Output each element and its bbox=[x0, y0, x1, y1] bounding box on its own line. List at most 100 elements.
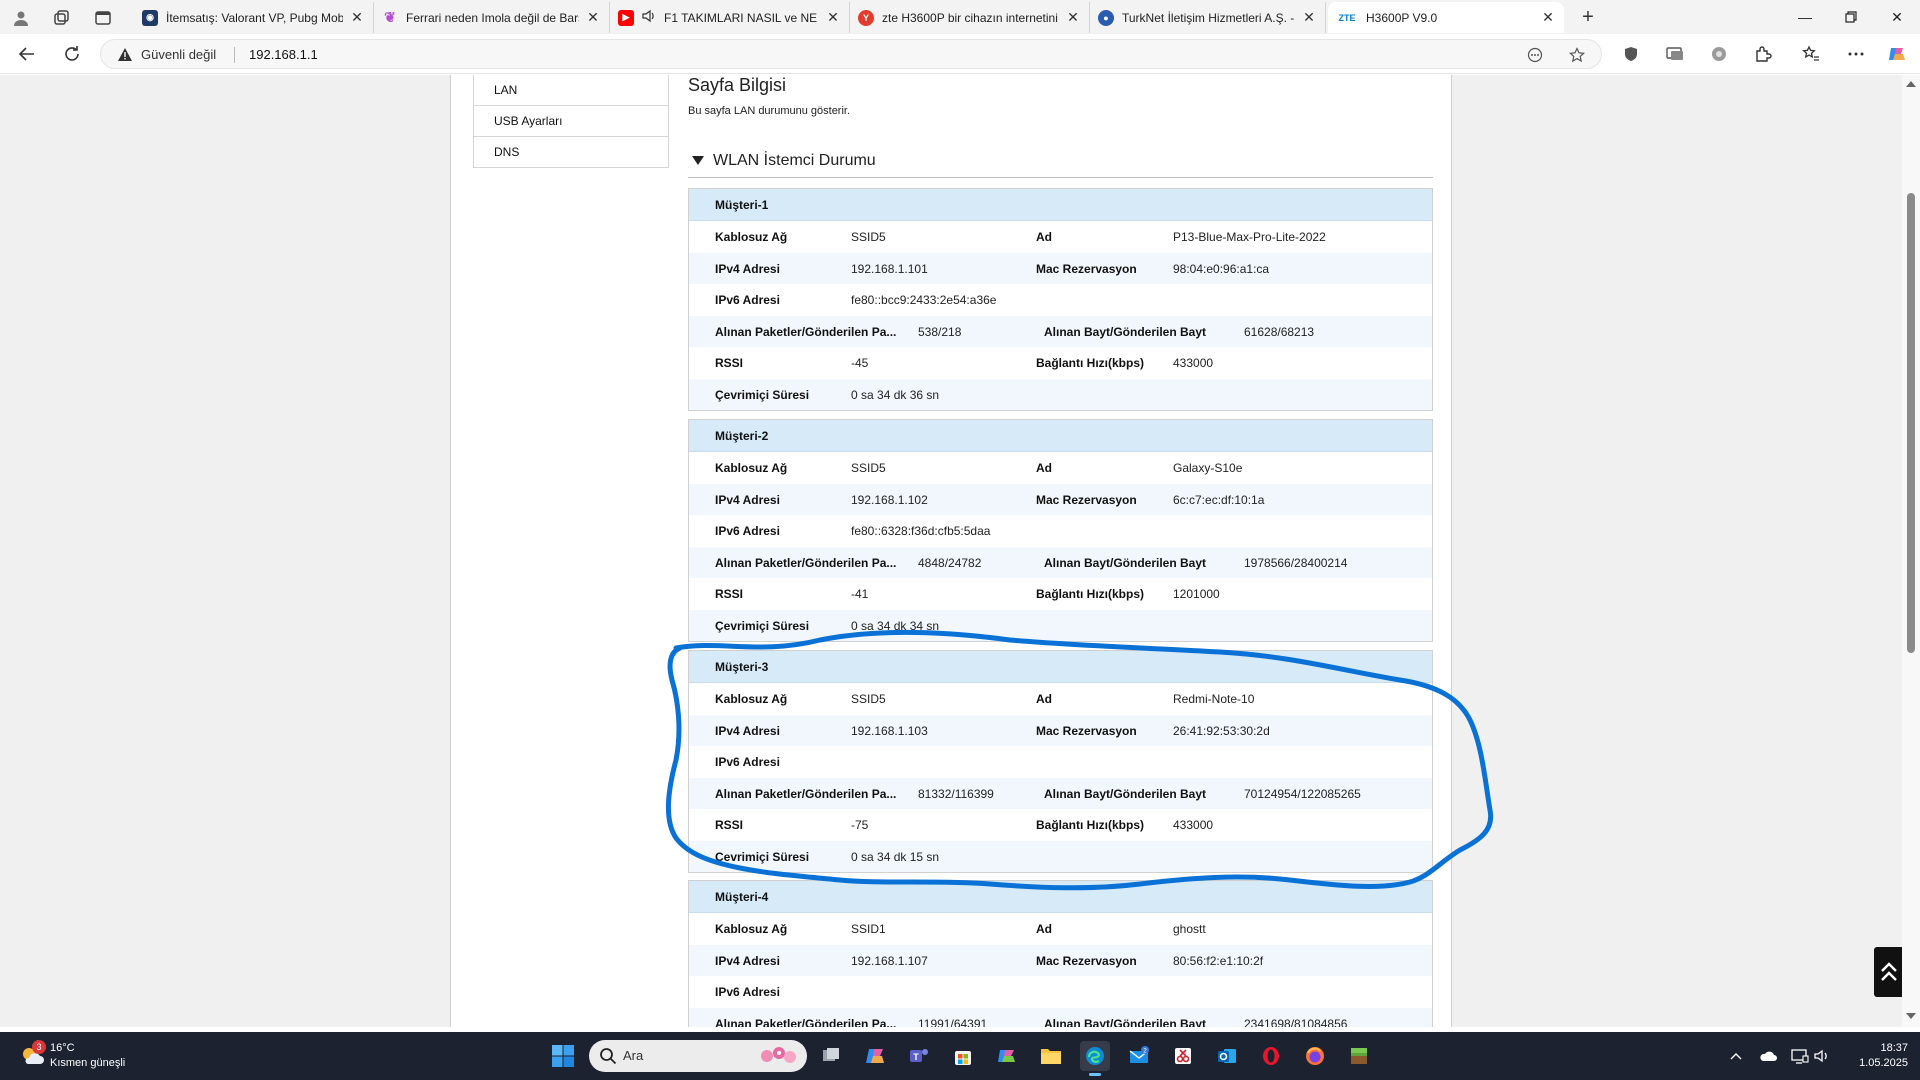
client-row: Alınan Paketler/Gönderilen Pa... 11991/64… bbox=[689, 1007, 1432, 1028]
page-scrollbar[interactable] bbox=[1902, 75, 1920, 1027]
close-tab-icon[interactable]: ✕ bbox=[1301, 9, 1317, 26]
client-name: P13-Blue-Max-Pro-Lite-2022 bbox=[1173, 230, 1326, 244]
weather-widget[interactable]: 3 16°C Kısmen güneşli bbox=[18, 1040, 168, 1074]
client-row: Çevrimiçi Süresi 0 sa 34 dk 15 sn bbox=[689, 840, 1432, 872]
client-speed: 1201000 bbox=[1173, 587, 1220, 601]
start-button[interactable] bbox=[551, 1044, 575, 1068]
client-title: Müşteri-3 bbox=[689, 651, 1432, 683]
minecraft-icon[interactable] bbox=[1344, 1041, 1374, 1071]
copilot-icon[interactable] bbox=[1886, 43, 1908, 65]
client-title: Müşteri-2 bbox=[689, 420, 1432, 452]
extension-circle-icon[interactable] bbox=[1708, 43, 1730, 65]
file-explorer-icon[interactable] bbox=[1036, 1041, 1066, 1071]
tab-f1-youtube[interactable]: ▶ F1 TAKIMLARI NASIL ve NE ✕ bbox=[610, 2, 850, 33]
network-display-icon[interactable] bbox=[1790, 1046, 1810, 1066]
close-tab-icon[interactable]: ✕ bbox=[349, 9, 365, 26]
client-mac: 80:56:f2:e1:10:2f bbox=[1173, 953, 1264, 968]
read-aloud-icon[interactable] bbox=[1525, 45, 1545, 65]
speaker-icon[interactable] bbox=[642, 9, 656, 26]
client-name: Galaxy-S10e bbox=[1173, 461, 1243, 475]
address-bar[interactable]: Güvenli değil 192.168.1.1 bbox=[100, 39, 1602, 69]
menu-item-lan[interactable]: LAN bbox=[473, 75, 669, 106]
opera-icon[interactable] bbox=[1256, 1041, 1286, 1071]
scrollbar-thumb[interactable] bbox=[1907, 193, 1915, 653]
tab-ferrari[interactable]: ❦ Ferrari neden Imola değil de Bars ✕ bbox=[374, 2, 610, 33]
client-card: Müşteri-4 Kablosuz Ağ SSID1 Ad ghostt IPv4… bbox=[688, 880, 1433, 1027]
client-row: IPv4 Adresi 192.168.1.103 Mac Rezervasyon… bbox=[689, 714, 1432, 746]
clock-date: 1.05.2025 bbox=[1859, 1057, 1908, 1069]
menu-item-dns[interactable]: DNS bbox=[473, 137, 669, 168]
workspaces-icon[interactable] bbox=[48, 5, 74, 31]
search-placeholder: Ara bbox=[623, 1048, 644, 1063]
page-viewport: LAN USB Ayarları DNS Sayfa Bilgisi Bu sa… bbox=[0, 75, 1902, 1027]
close-tab-icon[interactable]: ✕ bbox=[825, 9, 841, 26]
onedrive-cloud-icon[interactable] bbox=[1758, 1046, 1778, 1066]
outlook-icon[interactable] bbox=[1212, 1041, 1242, 1071]
close-tab-icon[interactable]: ✕ bbox=[1065, 9, 1081, 26]
minimize-button[interactable]: — bbox=[1782, 0, 1828, 34]
tab-turknet[interactable]: ● TurkNet İletişim Hizmetleri A.Ş. - ✕ bbox=[1090, 2, 1326, 33]
collapse-triangle-icon[interactable] bbox=[692, 156, 704, 165]
scroll-up-arrow-icon[interactable] bbox=[1906, 81, 1916, 87]
volume-icon[interactable] bbox=[1812, 1046, 1832, 1066]
url-text[interactable]: 192.168.1.1 bbox=[249, 47, 318, 62]
microsoft-365-icon[interactable] bbox=[992, 1041, 1022, 1071]
profile-icon[interactable] bbox=[8, 5, 34, 31]
favorites-list-icon[interactable] bbox=[1800, 43, 1822, 65]
client-bytes: 2341698/81084856 bbox=[1244, 1016, 1348, 1028]
scroll-to-top-button[interactable] bbox=[1874, 947, 1902, 997]
weather-badge: 3 bbox=[32, 1040, 46, 1054]
edge-browser-icon[interactable] bbox=[1080, 1041, 1110, 1076]
copilot-app-icon[interactable] bbox=[860, 1041, 890, 1071]
client-mac: 6c:c7:ec:df:10:1a bbox=[1173, 492, 1265, 507]
new-tab-button[interactable]: + bbox=[1576, 6, 1600, 28]
extensions-puzzle-icon[interactable] bbox=[1752, 43, 1774, 65]
zte-favicon-icon: ZTE bbox=[1338, 12, 1356, 23]
client-row: Alınan Paketler/Gönderilen Pa... 538/218 … bbox=[689, 315, 1432, 347]
close-window-button[interactable]: ✕ bbox=[1874, 0, 1920, 34]
favorite-star-icon[interactable] bbox=[1567, 45, 1587, 65]
client-title: Müşteri-1 bbox=[689, 189, 1432, 221]
client-row: Kablosuz Ağ SSID1 Ad ghostt bbox=[715, 922, 1206, 936]
client-packets: 538/218 bbox=[918, 324, 962, 339]
task-view-icon[interactable] bbox=[816, 1041, 846, 1071]
restore-button[interactable] bbox=[1828, 0, 1874, 34]
taskbar-search[interactable]: Ara bbox=[589, 1040, 807, 1072]
section-header-wlan-clients[interactable]: WLAN İstemci Durumu bbox=[688, 148, 1433, 178]
show-hidden-icons-chevron-icon[interactable] bbox=[1726, 1046, 1746, 1066]
active-app-indicator bbox=[1089, 1073, 1101, 1076]
side-menu: LAN USB Ayarları DNS bbox=[473, 75, 669, 168]
tab-h3600p[interactable]: ZTE H3600P V9.0 ✕ bbox=[1328, 2, 1564, 33]
shield-extension-icon[interactable] bbox=[1620, 43, 1642, 65]
close-tab-icon[interactable]: ✕ bbox=[585, 9, 601, 26]
refresh-button[interactable] bbox=[58, 41, 86, 67]
client-card: Müşteri-1 Kablosuz Ağ SSID5 Ad P13-Blue-Ma… bbox=[688, 188, 1433, 411]
back-button[interactable] bbox=[13, 41, 41, 67]
client-row: Kablosuz Ağ SSID5 Ad P13-Blue-Max-Pro-Lite… bbox=[715, 230, 1326, 244]
yandex-favicon-icon: Y bbox=[858, 9, 874, 26]
mail-icon[interactable]: 2 bbox=[1124, 1041, 1154, 1071]
client-ipv4: 192.168.1.103 bbox=[851, 723, 928, 738]
scroll-down-arrow-icon[interactable] bbox=[1906, 1013, 1916, 1019]
tab-actions-icon[interactable] bbox=[90, 5, 116, 31]
client-rssi: -41 bbox=[851, 587, 869, 601]
client-mac: 98:04:e0:96:a1:ca bbox=[1173, 261, 1270, 276]
client-ipv6: fe80::bcc9:2433:2e54:a36e bbox=[851, 293, 997, 307]
warning-icon[interactable] bbox=[117, 47, 133, 67]
security-status[interactable]: Güvenli değil bbox=[141, 47, 216, 62]
client-uptime: 0 sa 34 dk 36 sn bbox=[851, 387, 940, 402]
tab-itemsatis[interactable]: ◉ İtemsatış: Valorant VP, Pubg Mobi ✕ bbox=[134, 2, 374, 33]
close-tab-icon[interactable]: ✕ bbox=[1540, 9, 1556, 26]
microsoft-store-icon[interactable] bbox=[948, 1041, 978, 1071]
client-packets: 11991/64391 bbox=[918, 1016, 988, 1028]
firefox-icon[interactable] bbox=[1300, 1041, 1330, 1071]
menu-item-usb-settings[interactable]: USB Ayarları bbox=[473, 106, 669, 137]
tab-zte-search[interactable]: Y zte H3600P bir cihazın internetini ✕ bbox=[850, 2, 1090, 33]
teams-icon[interactable]: T bbox=[904, 1041, 934, 1071]
clock-time: 18:37 bbox=[1880, 1042, 1908, 1054]
more-menu-icon[interactable] bbox=[1845, 43, 1867, 65]
taskbar-clock[interactable]: 18:37 1.05.2025 bbox=[1842, 1041, 1908, 1071]
screen-cast-icon[interactable] bbox=[1664, 43, 1686, 65]
client-name: ghostt bbox=[1173, 922, 1206, 936]
snipping-tool-icon[interactable] bbox=[1168, 1041, 1198, 1071]
